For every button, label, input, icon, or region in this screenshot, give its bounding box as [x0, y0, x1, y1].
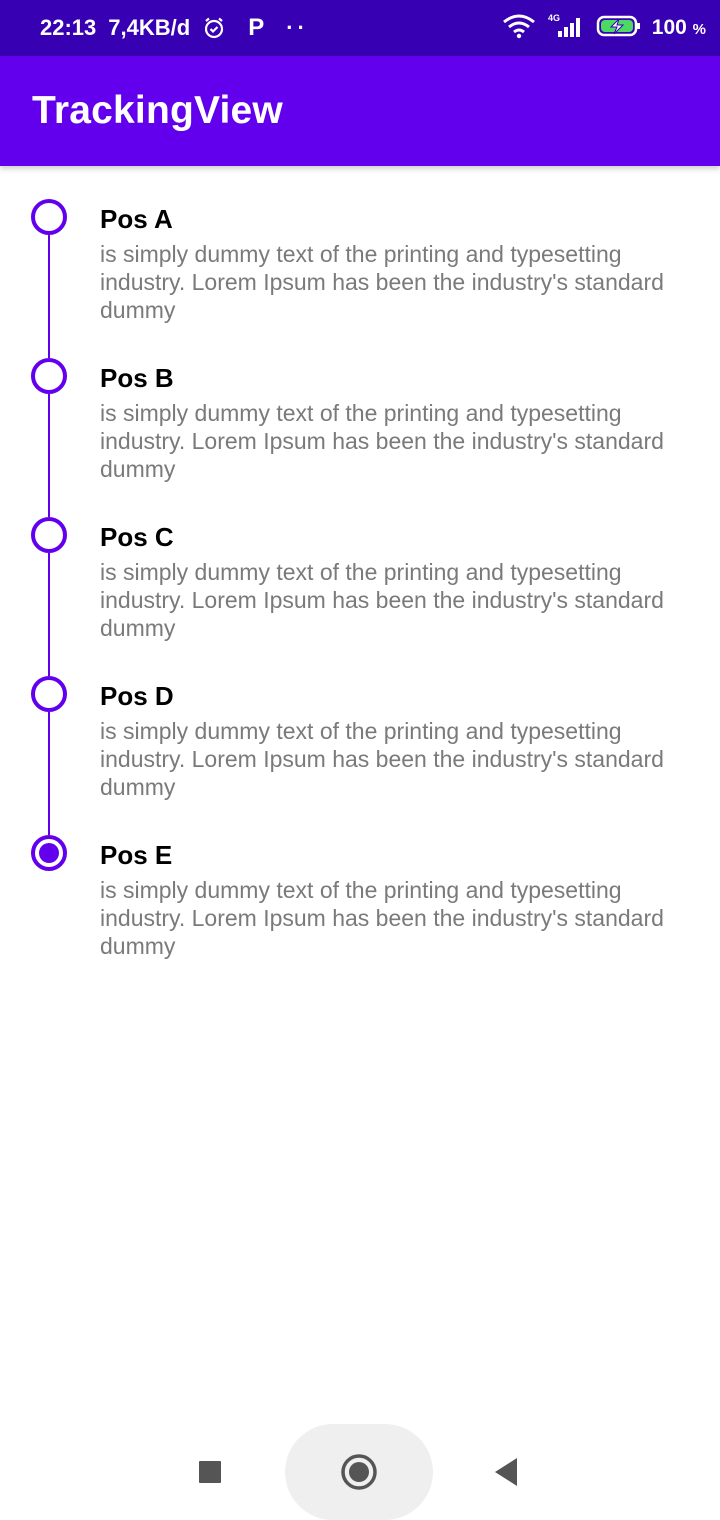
app-title: TrackingView: [32, 89, 283, 132]
timeline-item-description: is simply dummy text of the printing and…: [100, 241, 664, 323]
timeline-marker: [31, 199, 67, 235]
timeline-item-pos-a: Pos A is simply dummy text of the printi…: [0, 166, 720, 358]
timeline-item-description: is simply dummy text of the printing and…: [100, 877, 664, 959]
timeline-item-title: Pos A: [100, 204, 173, 234]
navigation-bar: [0, 1420, 720, 1520]
timeline-item-description: is simply dummy text of the printing and…: [100, 718, 664, 800]
timeline-item-description: is simply dummy text of the printing and…: [100, 559, 664, 641]
back-button[interactable]: [484, 1452, 528, 1492]
network-speed: 7,4KB/d: [108, 15, 191, 40]
timeline-item-pos-d: Pos D is simply dummy text of the printi…: [0, 643, 720, 835]
timeline: Pos A is simply dummy text of the printi…: [0, 166, 720, 961]
signal-icon: 4G: [546, 12, 586, 45]
recent-apps-icon: [199, 1461, 221, 1483]
timeline-item-pos-c: Pos C is simply dummy text of the printi…: [0, 484, 720, 676]
alarm-icon: [202, 16, 226, 40]
wifi-icon: [502, 13, 536, 44]
more-notifications-icon: ··: [286, 15, 309, 40]
status-right: 4G 100 %: [502, 12, 706, 45]
timeline-item-title: Pos D: [100, 681, 174, 711]
battery-percent-unit: %: [692, 21, 706, 38]
status-left: 22:13 7,4KB/d P ··: [40, 14, 309, 42]
home-button[interactable]: [334, 1447, 384, 1497]
home-icon: [341, 1454, 377, 1490]
status-time: 22:13: [40, 15, 97, 40]
battery-percent-value: 100: [651, 16, 687, 39]
network-type-label: 4G: [548, 13, 560, 23]
back-icon: [495, 1458, 517, 1486]
timeline-item-pos-e: Pos E is simply dummy text of the printi…: [0, 802, 720, 961]
timeline-item-title: Pos B: [100, 363, 174, 393]
app-bar: TrackingView: [0, 56, 720, 166]
status-bar: 22:13 7,4KB/d P ·· 4G 100 %: [0, 0, 720, 56]
recent-apps-button[interactable]: [190, 1452, 230, 1492]
timeline-item-pos-b: Pos B is simply dummy text of the printi…: [0, 325, 720, 517]
timeline-item-description: is simply dummy text of the printing and…: [100, 400, 664, 482]
timeline-item-title: Pos E: [100, 840, 173, 870]
battery-percent: 100 %: [652, 16, 706, 40]
timeline-marker-active: [31, 835, 67, 871]
timeline-marker: [31, 517, 67, 553]
p-icon: P: [248, 14, 265, 41]
battery-charging-icon: [596, 14, 642, 43]
timeline-item-title: Pos C: [100, 522, 174, 552]
timeline-marker: [31, 358, 67, 394]
timeline-marker: [31, 676, 67, 712]
